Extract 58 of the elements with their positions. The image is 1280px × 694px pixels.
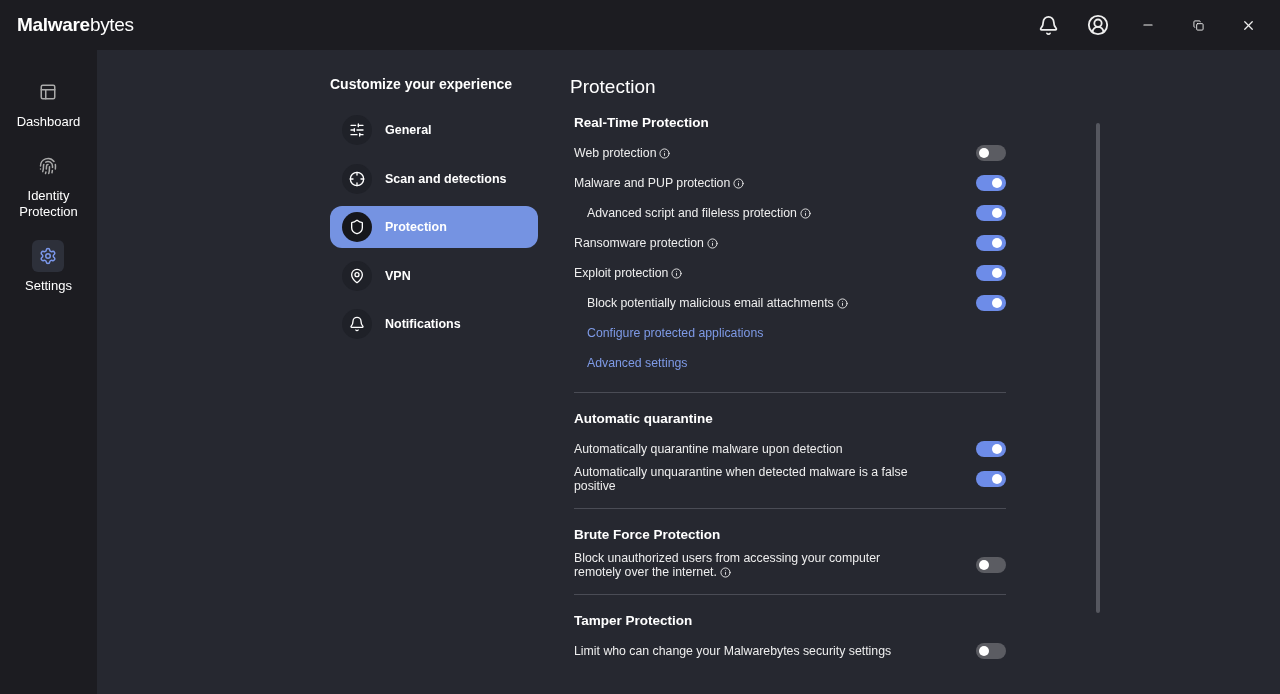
setting-label: Limit who can change your Malwarebytes security settings (574, 644, 892, 658)
info-icon[interactable] (671, 268, 683, 279)
nav-item[interactable]: Settings (25, 240, 72, 294)
menu-label: Protection (385, 220, 447, 234)
settings-menu-item[interactable]: General (330, 109, 538, 151)
toggle-switch[interactable] (976, 175, 1006, 191)
menu-label: VPN (385, 268, 411, 283)
settings-menu-item[interactable]: Scan and detections (330, 157, 538, 200)
setting-label: Advanced script and fileless protection (587, 206, 811, 220)
menu-label: General (385, 123, 432, 137)
toggle-switch[interactable] (976, 235, 1006, 251)
settings-icon (32, 240, 65, 272)
info-icon[interactable] (659, 148, 671, 159)
toggle-switch[interactable] (976, 557, 1006, 573)
toggle-switch[interactable] (976, 205, 1006, 221)
shield-icon (342, 212, 372, 242)
setting-label: Block unauthorized users from accessing your computer remotely over the internet. (574, 551, 882, 579)
nav-label: Identity Protection (19, 188, 78, 220)
menu-label: Scan and detections (385, 171, 507, 186)
nav-label: Settings (25, 278, 72, 294)
settings-menu-item[interactable]: Notifications (330, 303, 538, 345)
sliders-icon (342, 115, 372, 145)
setting-label: Automatically unquarantine when detected malware is a false positive (574, 465, 909, 493)
nav-label: Dashboard (16, 114, 81, 130)
info-icon[interactable] (733, 178, 745, 189)
info-icon[interactable] (836, 298, 848, 309)
toggle-switch[interactable] (976, 471, 1006, 487)
section-title: Tamper Protection (574, 613, 694, 628)
setting-label: Web protection (574, 146, 671, 160)
info-icon[interactable] (719, 567, 731, 578)
setting-label: Ransomware protection (574, 236, 718, 250)
setting-label: Exploit protection (574, 266, 683, 280)
toggle-switch[interactable] (976, 295, 1006, 311)
page-title: Protection (570, 76, 657, 98)
menu-title: Customize your experience (330, 76, 514, 92)
settings-link[interactable]: Configure protected applications (587, 319, 764, 347)
nav-item[interactable]: Dashboard (16, 76, 81, 130)
setting-label: Malware and PUP protection (574, 176, 745, 190)
setting-label: Block potentially malicious email attachments (587, 296, 848, 310)
pin-icon (342, 260, 372, 291)
toggle-switch[interactable] (976, 265, 1006, 281)
section-title: Automatic quarantine (574, 411, 714, 426)
info-icon[interactable] (706, 238, 718, 249)
info-icon[interactable] (799, 208, 811, 219)
section-title: Brute Force Protection (574, 527, 722, 542)
section-title: Real-Time Protection (574, 115, 710, 130)
nav-item[interactable]: Identity Protection (19, 150, 78, 220)
setting-label: Automatically quarantine malware upon detection (574, 442, 843, 456)
bell-icon (342, 309, 372, 339)
menu-label: Notifications (385, 317, 461, 331)
scrollbar[interactable] (1096, 123, 1100, 613)
crosshair-icon (342, 163, 372, 194)
settings-menu-item[interactable]: VPN (330, 254, 538, 297)
toggle-switch[interactable] (976, 643, 1006, 659)
app-logo: Malwarebytes (17, 14, 134, 36)
toggle-switch[interactable] (976, 441, 1006, 457)
toggle-switch[interactable] (976, 145, 1006, 161)
settings-link[interactable]: Advanced settings (587, 349, 688, 377)
